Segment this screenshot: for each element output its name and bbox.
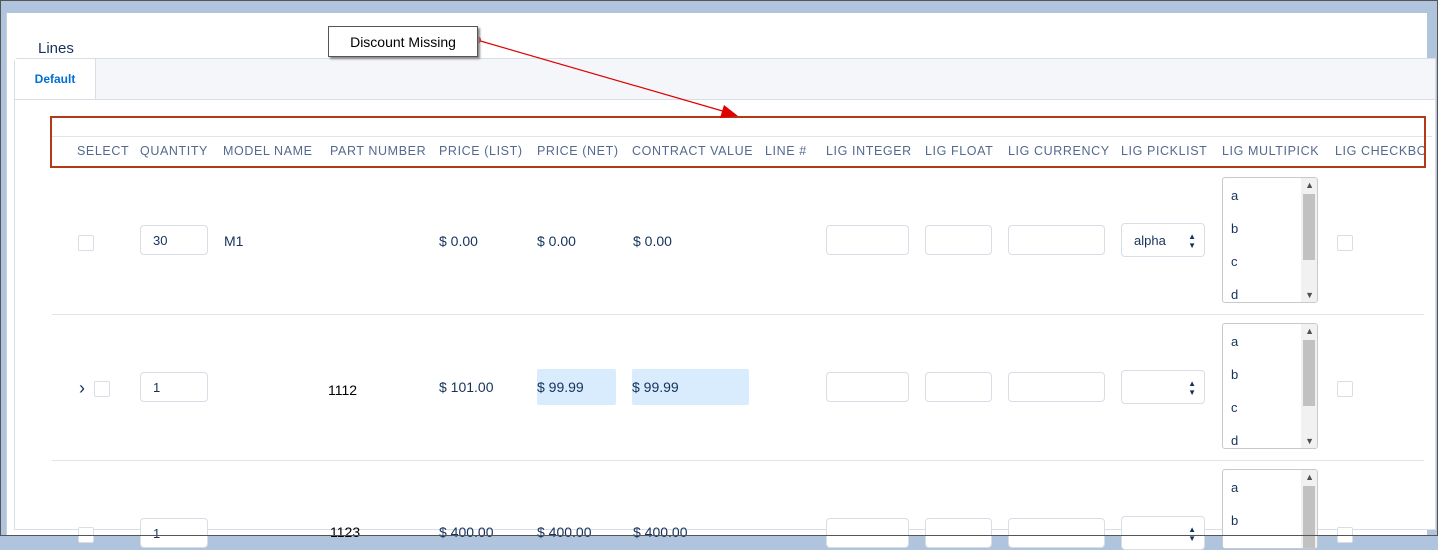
row-select-checkbox[interactable] bbox=[94, 381, 110, 397]
up-down-arrows-icon: ▲ ▼ bbox=[1188, 379, 1196, 397]
part-number: 1123 bbox=[330, 524, 361, 540]
list-option[interactable]: b bbox=[1231, 221, 1238, 236]
lig-checkbox[interactable] bbox=[1337, 235, 1353, 251]
col-line-number: LINE # bbox=[765, 144, 807, 158]
lig-float-input[interactable] bbox=[925, 225, 992, 255]
quantity-input[interactable]: 30 bbox=[140, 225, 208, 255]
lig-float-input[interactable] bbox=[925, 372, 992, 402]
col-model-name: MODEL NAME bbox=[223, 144, 313, 158]
lig-integer-input[interactable] bbox=[826, 372, 909, 402]
model-name: M1 bbox=[224, 233, 244, 249]
tab-default[interactable]: Default bbox=[15, 59, 96, 99]
contract-value: $ 99.99 bbox=[632, 369, 749, 405]
price-list: $ 0.00 bbox=[439, 233, 478, 249]
lig-currency-input[interactable] bbox=[1008, 225, 1105, 255]
list-option[interactable]: b bbox=[1231, 367, 1238, 382]
scroll-up-icon[interactable]: ▲ bbox=[1305, 472, 1314, 482]
price-net: $ 99.99 bbox=[537, 369, 616, 405]
contract-value: $ 400.00 bbox=[633, 524, 688, 540]
col-lig-checkbox: LIG CHECKBO bbox=[1335, 144, 1428, 158]
col-quantity: QUANTITY bbox=[140, 144, 208, 158]
lig-picklist-select[interactable]: ▲ ▼ bbox=[1121, 516, 1205, 550]
col-price-list: PRICE (LIST) bbox=[439, 144, 523, 158]
lig-checkbox[interactable] bbox=[1337, 527, 1353, 543]
lig-picklist-select[interactable]: ▲ ▼ bbox=[1121, 370, 1205, 404]
col-lig-float: LIG FLOAT bbox=[925, 144, 994, 158]
quantity-input[interactable]: 1 bbox=[140, 518, 208, 548]
row-divider bbox=[52, 314, 1424, 315]
list-option[interactable]: c bbox=[1231, 400, 1238, 415]
up-down-arrows-icon: ▲ ▼ bbox=[1188, 232, 1196, 250]
scrollbar-thumb[interactable] bbox=[1303, 486, 1315, 548]
list-option[interactable]: a bbox=[1231, 334, 1238, 349]
price-list: $ 101.00 bbox=[439, 379, 494, 395]
scroll-up-icon[interactable]: ▲ bbox=[1305, 180, 1314, 190]
chevron-right-icon[interactable]: › bbox=[79, 378, 85, 399]
list-option[interactable]: d bbox=[1231, 287, 1238, 302]
lig-integer-input[interactable] bbox=[826, 225, 909, 255]
col-part-number: PART NUMBER bbox=[330, 144, 427, 158]
quantity-input[interactable]: 1 bbox=[140, 372, 208, 402]
part-number: 1112 bbox=[328, 382, 358, 398]
scroll-down-icon[interactable]: ▼ bbox=[1305, 436, 1314, 446]
row-divider bbox=[52, 460, 1424, 461]
lig-checkbox[interactable] bbox=[1337, 381, 1353, 397]
col-select: SELECT bbox=[77, 144, 130, 158]
lig-picklist-select[interactable]: alpha ▲ ▼ bbox=[1121, 223, 1205, 257]
scroll-down-icon[interactable]: ▼ bbox=[1305, 290, 1314, 300]
col-contract-value: CONTRACT VALUE bbox=[632, 144, 754, 158]
lig-multipick-listbox[interactable]: a b ▲ bbox=[1222, 469, 1318, 549]
list-option[interactable]: c bbox=[1231, 254, 1238, 269]
scrollbar-thumb[interactable] bbox=[1303, 340, 1315, 406]
lig-currency-input[interactable] bbox=[1008, 518, 1105, 548]
lig-float-input[interactable] bbox=[925, 518, 992, 548]
col-lig-integer: LIG INTEGER bbox=[826, 144, 912, 158]
col-lig-multipick: LIG MULTIPICK bbox=[1222, 144, 1320, 158]
scroll-up-icon[interactable]: ▲ bbox=[1305, 326, 1314, 336]
tab-bar: Default bbox=[15, 59, 1435, 100]
price-net: $ 400.00 bbox=[537, 524, 592, 540]
col-price-net: PRICE (NET) bbox=[537, 144, 619, 158]
price-list: $ 400.00 bbox=[439, 524, 494, 540]
col-lig-currency: LIG CURRENCY bbox=[1008, 144, 1110, 158]
list-option[interactable]: a bbox=[1231, 480, 1238, 495]
list-option[interactable]: b bbox=[1231, 513, 1238, 528]
lig-multipick-listbox[interactable]: a b c d ▲ ▼ bbox=[1222, 323, 1318, 449]
up-down-arrows-icon: ▲ ▼ bbox=[1188, 525, 1196, 543]
contract-value: $ 0.00 bbox=[633, 233, 672, 249]
section-title: Lines bbox=[38, 40, 74, 57]
col-lig-picklist: LIG PICKLIST bbox=[1121, 144, 1208, 158]
list-option[interactable]: a bbox=[1231, 188, 1238, 203]
picklist-value: alpha bbox=[1134, 232, 1166, 248]
row-select-checkbox[interactable] bbox=[78, 527, 94, 543]
lig-currency-input[interactable] bbox=[1008, 372, 1105, 402]
lig-multipick-listbox[interactable]: a b c d ▲ ▼ bbox=[1222, 177, 1318, 303]
row-select-checkbox[interactable] bbox=[78, 235, 94, 251]
discount-missing-callout: Discount Missing bbox=[328, 26, 478, 57]
price-net: $ 0.00 bbox=[537, 233, 576, 249]
list-option[interactable]: d bbox=[1231, 433, 1238, 448]
lig-integer-input[interactable] bbox=[826, 518, 909, 548]
scrollbar-thumb[interactable] bbox=[1303, 194, 1315, 260]
